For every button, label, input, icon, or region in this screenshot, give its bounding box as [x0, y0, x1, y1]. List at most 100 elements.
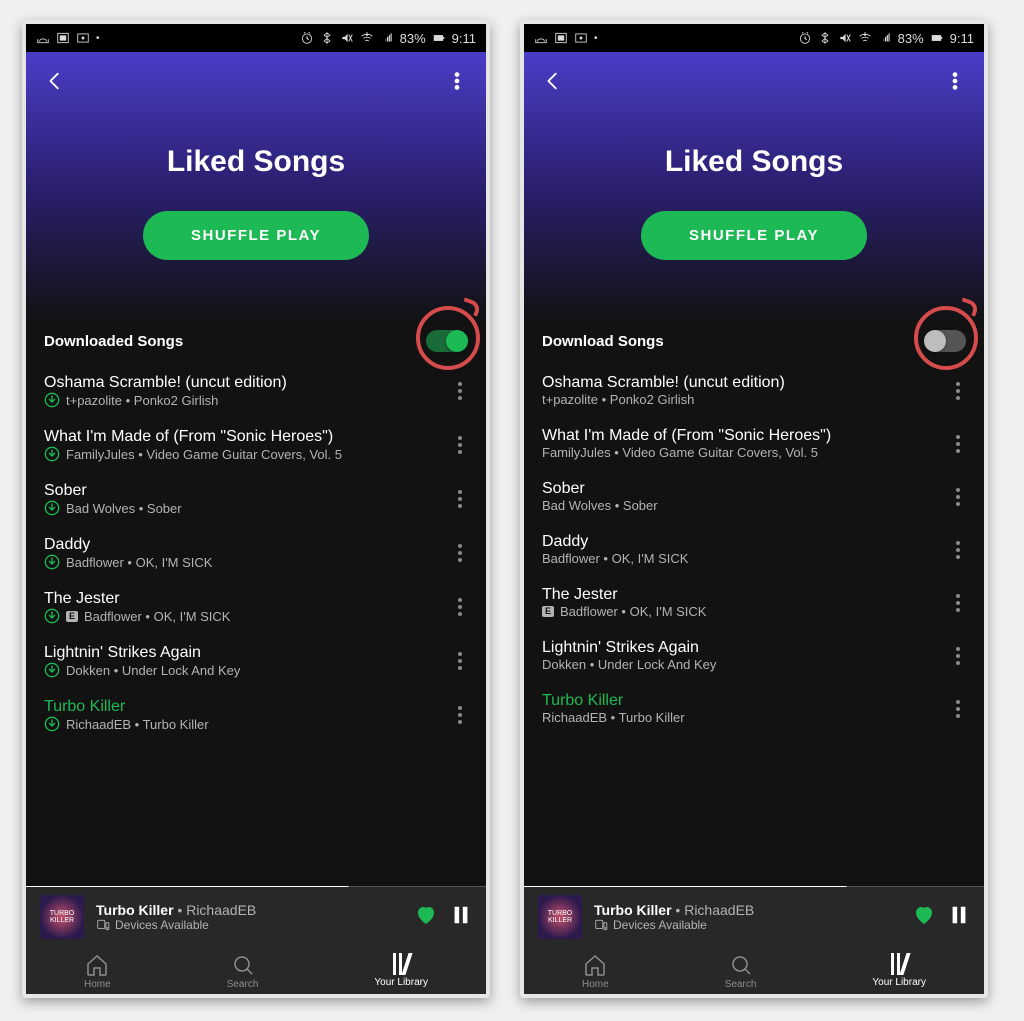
overflow-menu-icon[interactable]: [944, 70, 966, 97]
overflow-menu-icon[interactable]: [446, 70, 468, 97]
nav-library[interactable]: Your Library: [872, 953, 926, 990]
track-title: Oshama Scramble! (uncut edition): [542, 374, 950, 392]
now-playing-title: Turbo Killer • RichaadEB: [594, 902, 900, 918]
like-icon[interactable]: [912, 903, 936, 932]
track-more-icon[interactable]: [452, 648, 468, 674]
like-icon[interactable]: [414, 903, 438, 932]
track-row[interactable]: Lightnin' Strikes Again Dokken • Under L…: [44, 634, 468, 688]
track-more-icon[interactable]: [452, 540, 468, 566]
clock: 9:11: [452, 31, 476, 46]
now-playing-bar[interactable]: TURBOKILLER Turbo Killer • RichaadEB Dev…: [524, 886, 984, 947]
bottom-nav: Home Search Your Library: [524, 947, 984, 994]
track-more-icon[interactable]: [452, 594, 468, 620]
liked-songs-header: Liked Songs SHUFFLE PLAY: [524, 52, 984, 322]
track-artist-album: RichaadEB • Turbo Killer: [542, 710, 685, 725]
track-more-icon[interactable]: [950, 643, 966, 669]
shuffle-play-button[interactable]: SHUFFLE PLAY: [143, 211, 369, 260]
track-row[interactable]: The Jester E Badflower • OK, I'M SICK: [542, 576, 966, 629]
track-more-icon[interactable]: [950, 590, 966, 616]
track-more-icon[interactable]: [950, 484, 966, 510]
status-right-icons: 83% 9:11: [798, 31, 974, 46]
liked-songs-header: Liked Songs SHUFFLE PLAY: [26, 52, 486, 322]
library-icon: [393, 953, 409, 975]
download-label: Download Songs: [542, 333, 664, 350]
nav-home[interactable]: Home: [84, 953, 111, 990]
track-list[interactable]: Oshama Scramble! (uncut edition) t+pazol…: [524, 364, 984, 886]
nav-home[interactable]: Home: [582, 953, 609, 990]
status-right-icons: 83% 9:11: [300, 31, 476, 46]
phone-screenshot: • 83% 9:11 Liked Songs SHUFFLE PLAY Down…: [22, 20, 490, 998]
download-toggle-row: Downloaded Songs: [26, 322, 486, 364]
track-title: Daddy: [44, 536, 452, 554]
track-more-icon[interactable]: [950, 431, 966, 457]
nav-search[interactable]: Search: [725, 953, 757, 990]
album-art: TURBOKILLER: [40, 895, 84, 939]
track-artist-album: Bad Wolves • Sober: [542, 498, 658, 513]
nav-library[interactable]: Your Library: [374, 953, 428, 990]
track-artist-album: Badflower • OK, I'M SICK: [560, 604, 706, 619]
shuffle-play-button[interactable]: SHUFFLE PLAY: [641, 211, 867, 260]
track-title: The Jester: [542, 586, 950, 604]
track-list[interactable]: Oshama Scramble! (uncut edition) t+pazol…: [26, 364, 486, 886]
track-title: What I'm Made of (From "Sonic Heroes"): [542, 427, 950, 445]
track-more-icon[interactable]: [950, 537, 966, 563]
explicit-badge: E: [66, 611, 78, 622]
track-row[interactable]: Sober Bad Wolves • Sober: [44, 472, 468, 526]
track-more-icon[interactable]: [452, 486, 468, 512]
track-row[interactable]: Daddy Badflower • OK, I'M SICK: [44, 526, 468, 580]
track-row[interactable]: Oshama Scramble! (uncut edition) t+pazol…: [44, 364, 468, 418]
back-icon[interactable]: [44, 70, 66, 97]
track-row[interactable]: Lightnin' Strikes Again Dokken • Under L…: [542, 629, 966, 682]
track-artist-album: Dokken • Under Lock And Key: [66, 663, 240, 678]
track-more-icon[interactable]: [452, 702, 468, 728]
pause-icon[interactable]: [450, 904, 472, 931]
track-title: Turbo Killer: [44, 698, 452, 716]
now-playing-title: Turbo Killer • RichaadEB: [96, 902, 402, 918]
track-artist-album: FamilyJules • Video Game Guitar Covers, …: [542, 445, 818, 460]
download-toggle[interactable]: [924, 330, 966, 352]
track-row[interactable]: Sober Bad Wolves • Sober: [542, 470, 966, 523]
track-row[interactable]: What I'm Made of (From "Sonic Heroes") F…: [542, 417, 966, 470]
android-status-bar: • 83% 9:11: [26, 24, 486, 52]
page-title: Liked Songs: [26, 145, 486, 179]
track-title: Daddy: [542, 533, 950, 551]
track-artist-album: RichaadEB • Turbo Killer: [66, 717, 209, 732]
track-more-icon[interactable]: [452, 432, 468, 458]
back-icon[interactable]: [542, 70, 564, 97]
track-title: Turbo Killer: [542, 692, 950, 710]
status-left-icons: •: [534, 31, 598, 45]
page-title: Liked Songs: [524, 145, 984, 179]
track-row[interactable]: What I'm Made of (From "Sonic Heroes") F…: [44, 418, 468, 472]
clock: 9:11: [950, 31, 974, 46]
track-row[interactable]: Turbo Killer RichaadEB • Turbo Killer: [44, 688, 468, 742]
explicit-badge: E: [542, 606, 554, 617]
track-artist-album: Dokken • Under Lock And Key: [542, 657, 716, 672]
download-toggle-row: Download Songs: [524, 322, 984, 364]
battery-level: 83%: [898, 31, 924, 46]
pause-icon[interactable]: [948, 904, 970, 931]
track-title: Lightnin' Strikes Again: [44, 644, 452, 662]
track-row[interactable]: Turbo Killer RichaadEB • Turbo Killer: [542, 682, 966, 735]
track-row[interactable]: Daddy Badflower • OK, I'M SICK: [542, 523, 966, 576]
devices-available[interactable]: Devices Available: [594, 918, 900, 932]
bottom-nav: Home Search Your Library: [26, 947, 486, 994]
track-more-icon[interactable]: [452, 378, 468, 404]
download-label: Downloaded Songs: [44, 333, 183, 350]
nav-search[interactable]: Search: [227, 953, 259, 990]
battery-icon: [432, 31, 446, 45]
track-more-icon[interactable]: [950, 378, 966, 404]
track-artist-album: Badflower • OK, I'M SICK: [66, 555, 212, 570]
track-title: Oshama Scramble! (uncut edition): [44, 374, 452, 392]
track-artist-album: Badflower • OK, I'M SICK: [84, 609, 230, 624]
album-art: TURBOKILLER: [538, 895, 582, 939]
now-playing-bar[interactable]: TURBOKILLER Turbo Killer • RichaadEB Dev…: [26, 886, 486, 947]
track-title: What I'm Made of (From "Sonic Heroes"): [44, 428, 452, 446]
track-row[interactable]: Oshama Scramble! (uncut edition) t+pazol…: [542, 364, 966, 417]
download-toggle[interactable]: [426, 330, 468, 352]
devices-available[interactable]: Devices Available: [96, 918, 402, 932]
track-more-icon[interactable]: [950, 696, 966, 722]
track-title: Sober: [542, 480, 950, 498]
track-artist-album: Badflower • OK, I'M SICK: [542, 551, 688, 566]
track-row[interactable]: The Jester EBadflower • OK, I'M SICK: [44, 580, 468, 634]
track-artist-album: t+pazolite • Ponko2 Girlish: [66, 393, 218, 408]
